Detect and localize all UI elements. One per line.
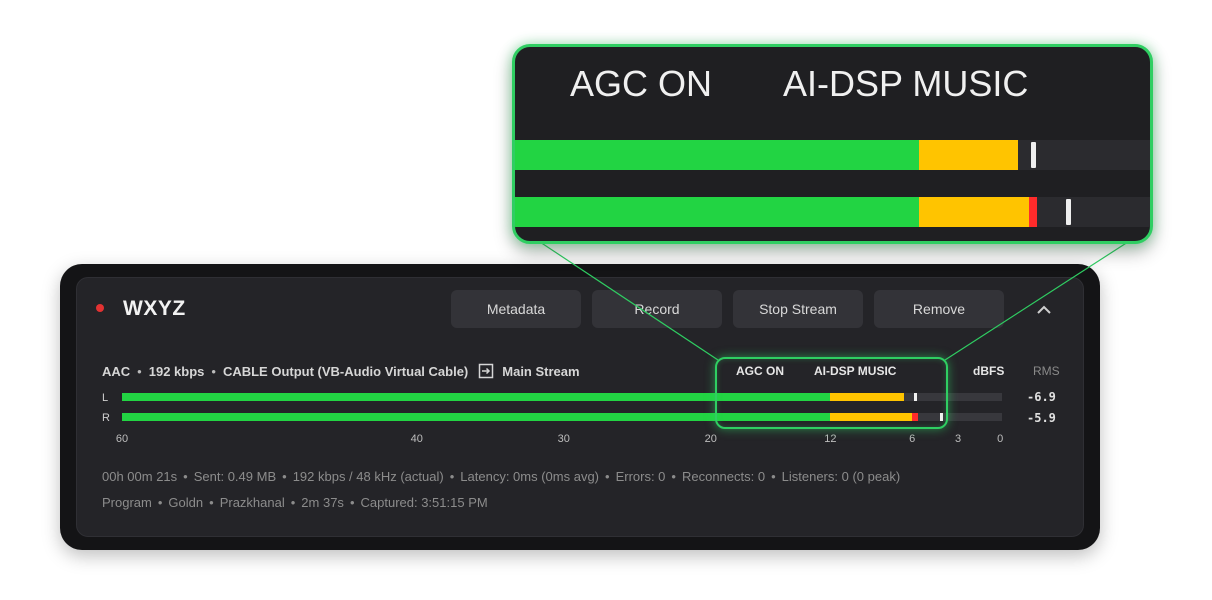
captured-time: Captured: 3:51:15 PM — [360, 495, 488, 510]
zoom-dsp-label: AI-DSP MUSIC — [783, 63, 1029, 104]
track-duration: 2m 37s — [301, 495, 344, 510]
track-artist: Goldn — [168, 495, 204, 510]
peak-hold-marker — [1065, 199, 1071, 225]
rms-label: RMS — [1033, 364, 1060, 378]
scale-tick: 20 — [704, 433, 717, 445]
peak-hold-marker — [1031, 142, 1037, 168]
scale-tick: 0 — [997, 433, 1004, 445]
meter-yellow-segment — [918, 197, 1029, 227]
remove-button[interactable]: Remove — [874, 290, 1004, 328]
uptime: 00h 00m 21s — [102, 469, 178, 484]
latency: Latency: 0ms (0ms avg) — [460, 469, 599, 484]
codec-label: AAC — [102, 363, 131, 379]
scale-tick: 30 — [557, 433, 570, 445]
zoom-callout: AGC ON AI-DSP MUSIC — [512, 44, 1153, 244]
stream-stats: 00h 00m 21s • Sent: 0.49 MB • 192 kbps / 48 … — [102, 469, 901, 484]
channel-label-right: R — [102, 412, 110, 424]
meter-green-segment — [515, 197, 919, 227]
track-title: Prazkhanal — [219, 495, 285, 510]
scale-tick: 12 — [824, 433, 837, 445]
sent-bytes: Sent: 0.49 MB — [193, 469, 277, 484]
actual-rate: 192 kbps / 48 kHz (actual) — [292, 469, 444, 484]
stream-info: AAC • 192 kbps • CABLE Output (VB-Audio … — [102, 363, 580, 379]
meter-yellow-segment — [918, 140, 1019, 170]
record-button[interactable]: Record — [592, 290, 722, 328]
destination-label: Main Stream — [502, 363, 580, 379]
scale-tick: 3 — [954, 433, 962, 445]
dbfs-label: dBFS — [973, 364, 1005, 378]
station-name: WXYZ — [123, 297, 186, 320]
route-icon — [478, 363, 494, 379]
scale-tick: 40 — [410, 433, 423, 445]
zoom-meter-left — [515, 140, 1150, 170]
live-status-dot — [96, 304, 104, 312]
program-label: Program — [102, 495, 152, 510]
device-label: CABLE Output (VB-Audio Virtual Cable) — [222, 363, 469, 379]
reconnects: Reconnects: 0 — [681, 469, 766, 484]
meter-green-segment — [515, 140, 919, 170]
zoom-meter-right — [515, 197, 1150, 227]
metadata-button[interactable]: Metadata — [451, 290, 581, 328]
errors: Errors: 0 — [615, 469, 666, 484]
scale-tick: 6 — [909, 433, 916, 445]
rms-value-right: -5.9 — [1027, 411, 1056, 425]
chevron-up-icon[interactable] — [1032, 298, 1056, 322]
zoom-highlight-ring — [715, 357, 948, 429]
rms-value-left: -6.9 — [1027, 390, 1056, 404]
listeners: Listeners: 0 (0 peak) — [781, 469, 901, 484]
scale-tick: 60 — [115, 433, 129, 445]
separator: • — [211, 363, 216, 379]
separator: • — [137, 363, 142, 379]
meter-red-segment — [1028, 197, 1038, 227]
channel-label-left: L — [102, 392, 109, 404]
zoom-agc-label: AGC ON — [570, 63, 713, 104]
stop-stream-button[interactable]: Stop Stream — [733, 290, 863, 328]
bitrate-label: 192 kbps — [148, 363, 205, 379]
now-playing: Program • Goldn • Prazkhanal • 2m 37s • Captured… — [102, 495, 488, 510]
